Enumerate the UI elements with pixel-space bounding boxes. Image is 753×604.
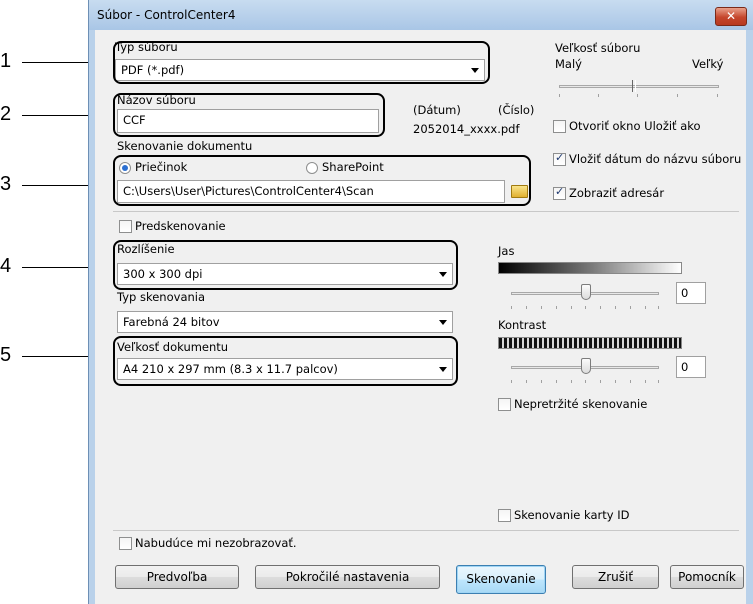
scan-type-value: Farebná 24 bitov <box>123 315 220 329</box>
separator-top <box>113 211 739 212</box>
highlight-frame-3 <box>113 155 531 206</box>
dont-show-checkbox[interactable] <box>119 537 132 550</box>
brightness-gradient <box>498 262 682 274</box>
cancel-button[interactable]: Zrušiť <box>572 565 659 589</box>
scan-type-select[interactable]: Farebná 24 bitov <box>117 311 453 333</box>
destination-label: Skenovanie dokumentu <box>117 139 253 153</box>
dont-show-label: Nabudúce mi nezobrazovať. <box>135 536 297 550</box>
brightness-slider-thumb[interactable] <box>581 284 591 300</box>
help-button[interactable]: Pomocník <box>670 565 744 589</box>
dialog-window: Súbor - ControlCenter4 ✕ Typ súboru PDF … <box>88 0 753 604</box>
contrast-slider-thumb[interactable] <box>581 358 591 374</box>
advanced-settings-button[interactable]: Pokročilé nastavenia <box>255 565 440 589</box>
number-label: (Číslo) <box>498 103 535 117</box>
file-name-preview: 2052014_xxxx.pdf <box>413 122 520 136</box>
highlight-frame-2 <box>113 93 385 137</box>
callout-5: 5 <box>0 344 12 366</box>
continuous-scan-checkbox[interactable] <box>498 398 511 411</box>
highlight-frame-5 <box>113 336 458 386</box>
chevron-down-icon <box>439 320 447 325</box>
open-save-as-checkbox[interactable] <box>553 120 566 133</box>
highlight-frame-4 <box>113 240 458 290</box>
file-size-slider-thumb[interactable] <box>632 80 636 92</box>
file-size-slider-ticks <box>559 94 719 98</box>
show-folder-checkbox[interactable] <box>553 185 566 200</box>
separator-bottom <box>113 530 739 531</box>
highlight-frame-1 <box>113 41 490 84</box>
window-title: Súbor - ControlCenter4 <box>97 8 236 22</box>
contrast-value-field[interactable]: 0 <box>676 356 706 378</box>
dialog-client: Typ súboru PDF (*.pdf) Veľkosť súboru Ma… <box>95 30 746 604</box>
close-icon[interactable]: ✕ <box>715 7 747 26</box>
id-card-label: Skenovanie karty ID <box>514 508 630 522</box>
insert-date-checkbox[interactable] <box>553 151 566 166</box>
id-card-checkbox[interactable] <box>498 509 511 522</box>
contrast-label: Kontrast <box>498 318 547 332</box>
scan-type-label: Typ skenovania <box>117 290 206 304</box>
prescan-checkbox[interactable] <box>119 220 132 233</box>
callout-2: 2 <box>0 103 12 125</box>
prescan-label: Predskenovanie <box>135 219 226 233</box>
callout-3: 3 <box>0 173 12 195</box>
continuous-scan-label: Nepretržité skenovanie <box>514 397 648 411</box>
scan-button[interactable]: Skenovanie <box>456 565 546 594</box>
brightness-slider-ticks <box>511 306 659 310</box>
show-folder-label: Zobraziť adresár <box>569 186 665 200</box>
contrast-pattern <box>498 337 682 349</box>
file-size-small-label: Malý <box>555 57 582 71</box>
file-size-label: Veľkosť súboru <box>555 41 641 55</box>
title-bar[interactable]: Súbor - ControlCenter4 ✕ <box>89 0 753 30</box>
callout-1: 1 <box>0 50 12 72</box>
date-label: (Dátum) <box>413 103 461 117</box>
brightness-label: Jas <box>498 244 515 258</box>
insert-date-label: Vložiť dátum do názvu súboru <box>569 152 742 166</box>
file-size-large-label: Veľký <box>692 57 724 71</box>
callout-4: 4 <box>0 255 12 277</box>
open-save-as-label: Otvoriť okno Uložiť ako <box>569 119 701 133</box>
contrast-slider-ticks <box>511 380 659 384</box>
defaults-button[interactable]: Predvoľba <box>115 565 239 589</box>
file-size-slider-track[interactable] <box>559 85 719 88</box>
brightness-value-field[interactable]: 0 <box>676 282 706 304</box>
